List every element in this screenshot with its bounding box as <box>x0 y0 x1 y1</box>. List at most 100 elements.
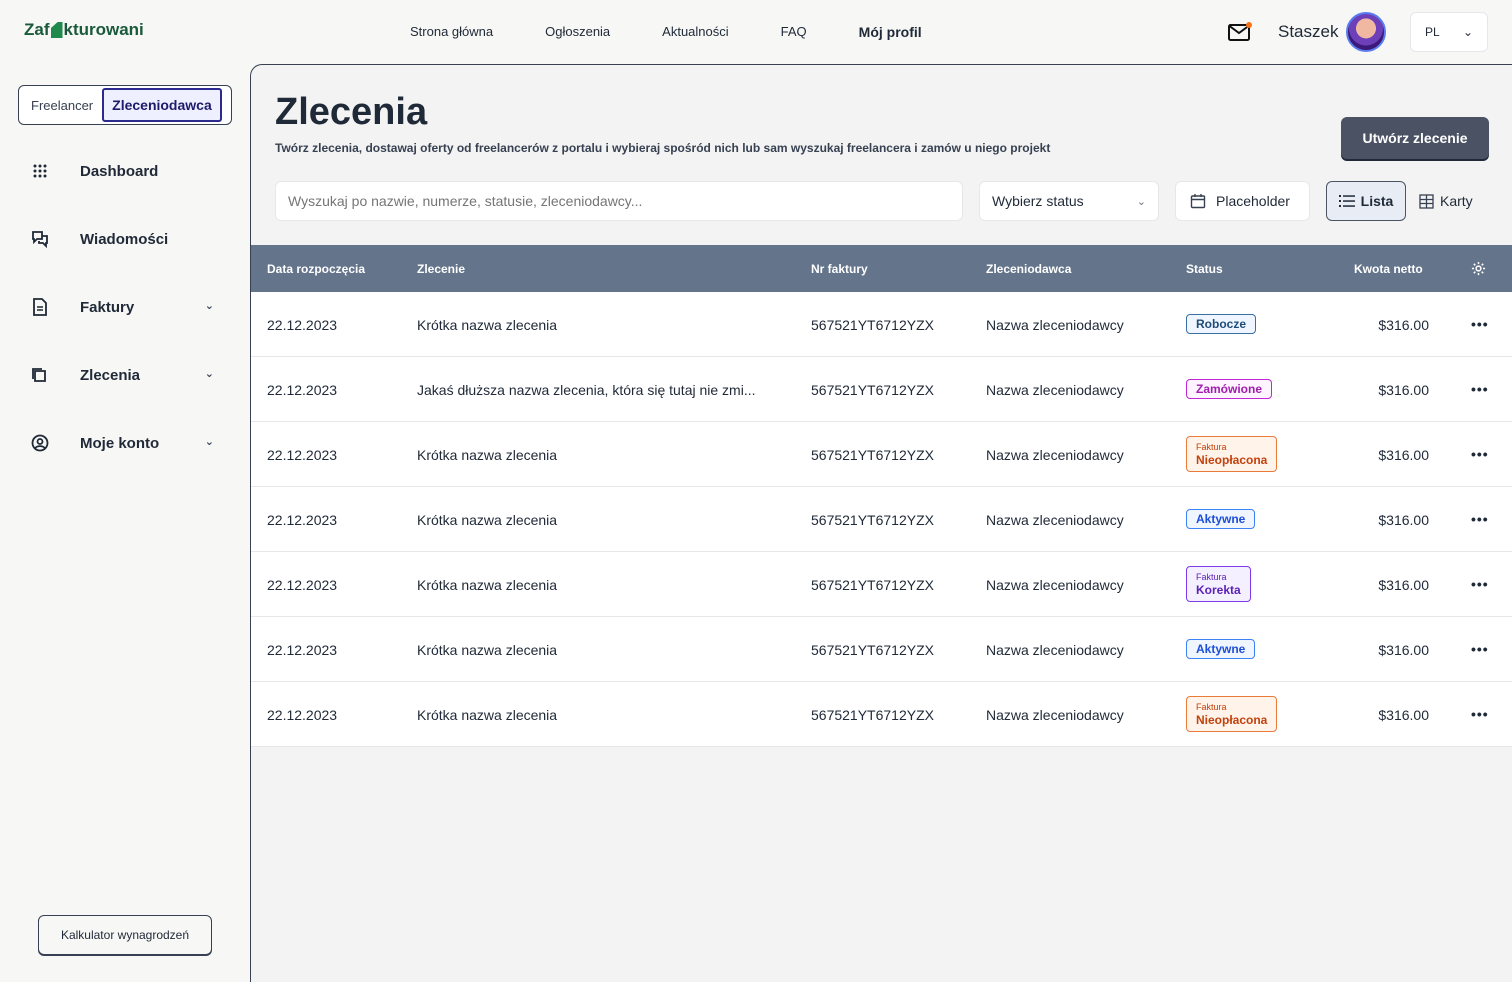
table-row[interactable]: 22.12.2023 Krótka nazwa zlecenia 567521YT6… <box>251 292 1512 357</box>
folder-icon <box>30 365 50 385</box>
language-select[interactable]: PL ⌄ <box>1410 12 1488 52</box>
more-actions-icon[interactable]: ••• <box>1471 381 1489 397</box>
status-badge: Faktura Nieopłacona <box>1186 436 1278 472</box>
status-badge: Faktura Nieopłacona <box>1186 696 1278 732</box>
status-badge-label: Aktywne <box>1196 642 1246 656</box>
top-bar: Zaf kturowani Strona główna Ogłoszenia Ak… <box>0 0 1512 64</box>
more-actions-icon[interactable]: ••• <box>1471 446 1489 462</box>
cell-client: Nazwa zleceniodawcy <box>986 382 1124 398</box>
header-amount[interactable]: Kwota netto <box>1354 262 1423 276</box>
role-client[interactable]: Zleceniodawca <box>102 88 222 122</box>
nav-news[interactable]: Aktualności <box>662 24 728 40</box>
status-badge: Aktywne <box>1186 509 1256 529</box>
cell-invoice: 567521YT6712YZX <box>811 642 934 658</box>
view-list-toggle[interactable]: Lista <box>1326 181 1406 221</box>
table-row[interactable]: 22.12.2023 Krótka nazwa zlecenia 567521YT6… <box>251 487 1512 552</box>
user-name[interactable]: Staszek <box>1278 22 1338 42</box>
cell-order-name[interactable]: Jakaś dłuższa nazwa zlecenia, która się … <box>417 382 756 398</box>
cell-order-name[interactable]: Krótka nazwa zlecenia <box>417 577 557 593</box>
header-invoice[interactable]: Nr faktury <box>811 262 868 276</box>
page-subtitle: Twórz zlecenia, dostawaj oferty od freel… <box>275 141 1051 155</box>
status-badge-label: Aktywne <box>1196 512 1246 526</box>
cell-date: 22.12.2023 <box>267 642 338 658</box>
header-status[interactable]: Status <box>1186 262 1223 276</box>
sidebar-item-account[interactable]: Moje konto ⌄ <box>30 431 220 455</box>
role-toggle: Freelancer Zleceniodawca <box>18 85 232 125</box>
table-row[interactable]: 22.12.2023 Krótka nazwa zlecenia 567521YT6… <box>251 552 1512 617</box>
logo[interactable]: Zaf kturowani <box>24 20 144 40</box>
status-badge-label: Nieopłacona <box>1196 713 1268 727</box>
grid-icon <box>30 161 50 181</box>
table-row[interactable]: 22.12.2023 Krótka nazwa zlecenia 567521YT6… <box>251 682 1512 747</box>
view-cards-toggle[interactable]: Karty <box>1419 181 1483 221</box>
cell-date: 22.12.2023 <box>267 512 338 528</box>
table-header: Data rozpoczęcia Zlecenie Nr faktury Zle… <box>251 245 1512 292</box>
cell-invoice: 567521YT6712YZX <box>811 707 934 723</box>
cell-order-name[interactable]: Krótka nazwa zlecenia <box>417 317 557 333</box>
cell-client: Nazwa zleceniodawcy <box>986 447 1124 463</box>
chevron-down-icon: ⌄ <box>204 368 214 380</box>
cell-client: Nazwa zleceniodawcy <box>986 707 1124 723</box>
chat-icon <box>30 229 50 249</box>
gear-icon[interactable] <box>1471 261 1486 276</box>
header-client[interactable]: Zleceniodawca <box>986 262 1071 276</box>
table-row[interactable]: 22.12.2023 Krótka nazwa zlecenia 567521YT6… <box>251 617 1512 682</box>
main-nav: Strona główna Ogłoszenia Aktualności FAQ… <box>410 24 974 40</box>
logo-mark-icon <box>50 22 63 38</box>
more-actions-icon[interactable]: ••• <box>1471 641 1489 657</box>
main-panel: Zlecenia Twórz zlecenia, dostawaj oferty… <box>250 64 1512 982</box>
cell-invoice: 567521YT6712YZX <box>811 447 934 463</box>
more-actions-icon[interactable]: ••• <box>1471 576 1489 592</box>
more-actions-icon[interactable]: ••• <box>1471 316 1489 332</box>
table-grid-icon <box>1419 193 1434 209</box>
cell-date: 22.12.2023 <box>267 382 338 398</box>
status-badge-label: Robocze <box>1196 317 1247 331</box>
date-picker[interactable]: Placeholder <box>1175 181 1310 221</box>
nav-profile[interactable]: Mój profil <box>859 24 922 40</box>
search-input[interactable] <box>275 181 963 221</box>
nav-ads[interactable]: Ogłoszenia <box>545 24 610 40</box>
sidebar-item-invoices[interactable]: Faktury ⌄ <box>30 295 220 319</box>
table-row[interactable]: 22.12.2023 Krótka nazwa zlecenia 567521YT6… <box>251 422 1512 487</box>
role-freelancer[interactable]: Freelancer <box>22 98 102 113</box>
cell-invoice: 567521YT6712YZX <box>811 317 934 333</box>
cell-order-name[interactable]: Krótka nazwa zlecenia <box>417 642 557 658</box>
cell-client: Nazwa zleceniodawcy <box>986 512 1124 528</box>
header-order[interactable]: Zlecenie <box>417 262 465 276</box>
sidebar-item-label: Zlecenia <box>80 366 141 384</box>
sidebar-item-orders[interactable]: Zlecenia ⌄ <box>30 363 220 387</box>
cell-order-name[interactable]: Krótka nazwa zlecenia <box>417 512 557 528</box>
more-actions-icon[interactable]: ••• <box>1471 511 1489 527</box>
calendar-icon <box>1190 194 1206 209</box>
cell-amount: $316.00 <box>1378 707 1429 723</box>
view-cards-label: Karty <box>1440 193 1473 209</box>
list-icon <box>1338 195 1355 207</box>
document-icon <box>30 297 50 317</box>
cell-client: Nazwa zleceniodawcy <box>986 577 1124 593</box>
salary-calculator-button[interactable]: Kalkulator wynagrodzeń <box>38 915 212 955</box>
avatar[interactable] <box>1346 12 1386 52</box>
mail-icon[interactable] <box>1228 22 1252 42</box>
create-order-button[interactable]: Utwórz zlecenie <box>1341 117 1489 159</box>
sidebar-item-dashboard[interactable]: Dashboard <box>30 159 220 183</box>
table-row[interactable]: 22.12.2023 Jakaś dłuższa nazwa zlecenia, … <box>251 357 1512 422</box>
cell-amount: $316.00 <box>1378 642 1429 658</box>
cell-amount: $316.00 <box>1378 447 1429 463</box>
cell-order-name[interactable]: Krótka nazwa zlecenia <box>417 707 557 723</box>
cell-order-name[interactable]: Krótka nazwa zlecenia <box>417 447 557 463</box>
status-select[interactable]: Wybierz status ⌄ <box>979 181 1159 221</box>
nav-faq[interactable]: FAQ <box>781 24 807 40</box>
nav-home[interactable]: Strona główna <box>410 24 493 40</box>
status-select-label: Wybierz status <box>992 193 1084 209</box>
sidebar-item-label: Moje konto <box>80 434 160 452</box>
header-date[interactable]: Data rozpoczęcia <box>267 262 365 276</box>
cell-client: Nazwa zleceniodawcy <box>986 317 1124 333</box>
sidebar-item-messages[interactable]: Wiadomości <box>30 227 220 251</box>
sidebar-item-label: Dashboard <box>80 162 159 180</box>
cell-amount: $316.00 <box>1378 317 1429 333</box>
more-actions-icon[interactable]: ••• <box>1471 706 1489 722</box>
cell-date: 22.12.2023 <box>267 317 338 333</box>
cell-date: 22.12.2023 <box>267 707 338 723</box>
cell-date: 22.12.2023 <box>267 447 338 463</box>
sidebar-item-label: Wiadomości <box>80 230 169 248</box>
